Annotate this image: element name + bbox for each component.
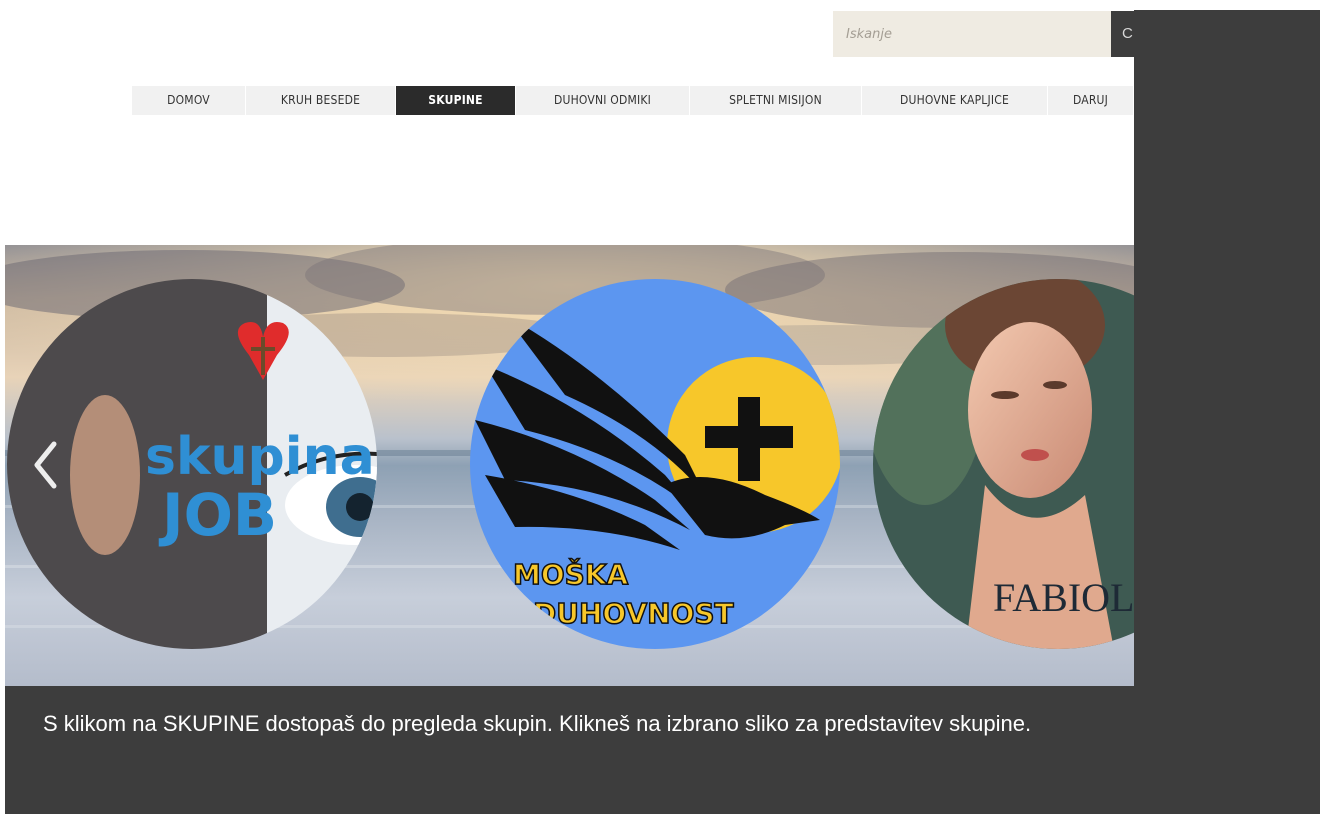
search-button[interactable]: C [1111, 11, 1134, 57]
main-nav: DOMOV KRUH BESEDE SKUPINE DUHOVNI ODMIKI… [132, 86, 1134, 115]
nav-item-duhovne-kapljice[interactable]: DUHOVNE KAPLJICE [862, 86, 1048, 115]
chevron-left-icon[interactable] [30, 440, 64, 490]
slide-moska-line1: MOŠKA [513, 557, 629, 591]
search-input[interactable] [833, 11, 1111, 57]
slide-fabiola-title: FABIOLA [993, 575, 1134, 620]
nav-item-domov[interactable]: DOMOV [132, 86, 246, 115]
caption-box: S klikom na SKUPINE dostopaš do pregleda… [5, 686, 1320, 814]
slider-background: skupina JOB MOŠKA DUHOVNOST FABIOL [5, 245, 1134, 686]
slide-skupina-line2: JOB [158, 481, 277, 549]
nav-item-duhovni-odmiki[interactable]: DUHOVNI ODMIKI [516, 86, 690, 115]
dark-side-panel [1134, 10, 1320, 686]
nav-item-kruh-besede[interactable]: KRUH BESEDE [246, 86, 396, 115]
caption-text: S klikom na SKUPINE dostopaš do pregleda… [43, 711, 1032, 736]
nav-item-skupine[interactable]: SKUPINE [396, 86, 516, 115]
nav-item-spletni-misijon[interactable]: SPLETNI MISIJON [690, 86, 862, 115]
groups-slider: skupina JOB MOŠKA DUHOVNOST FABIOL [5, 245, 1134, 686]
nav-item-daruj[interactable]: DARUJ [1048, 86, 1134, 115]
slide-skupina-line1: skupina [145, 427, 375, 487]
